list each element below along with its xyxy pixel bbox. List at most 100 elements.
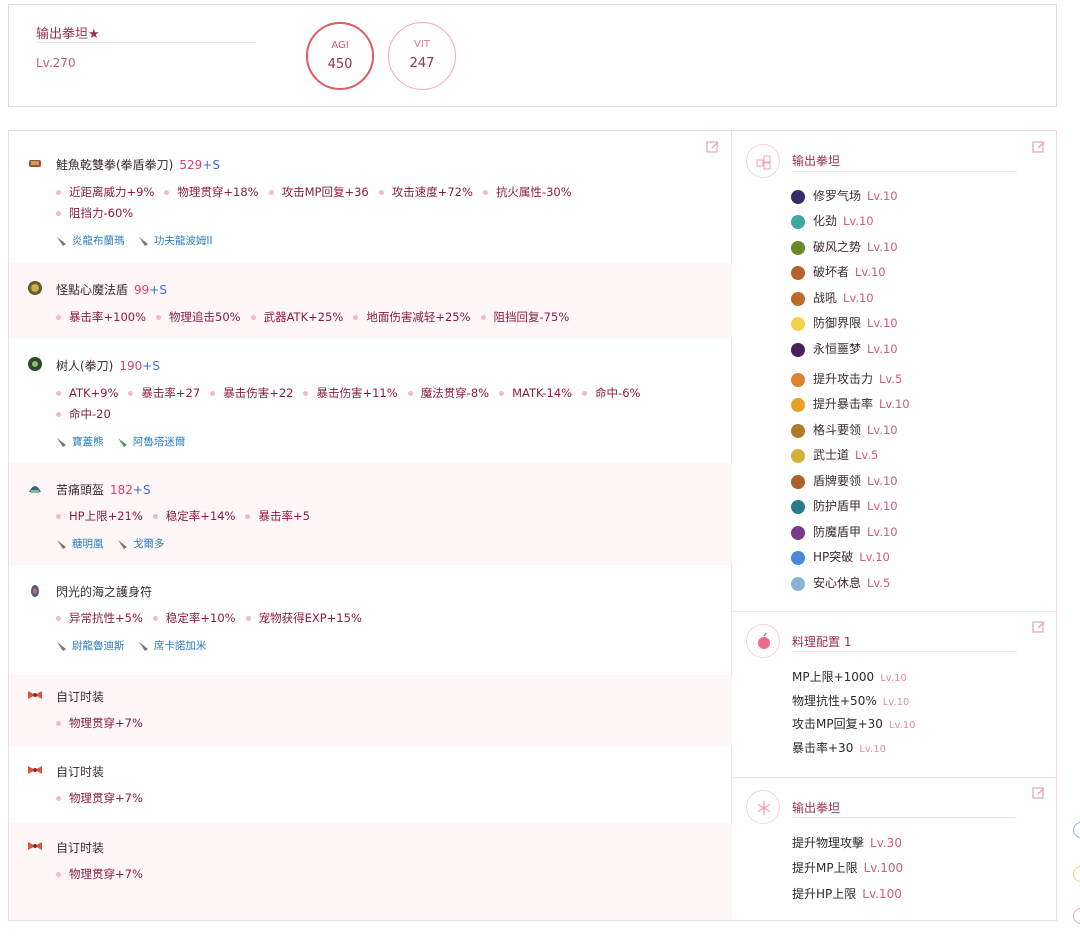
helmet-icon bbox=[29, 486, 41, 493]
skill-item: 永恒噩梦 Lv.10 bbox=[791, 340, 898, 357]
floating-button[interactable] bbox=[1073, 822, 1080, 838]
skill-item: 破风之势 Lv.10 bbox=[791, 238, 898, 255]
skill-item: 防护盾甲 Lv.10 bbox=[791, 497, 898, 514]
character-name[interactable]: 输出拳坦★ bbox=[36, 23, 100, 42]
skill-name: 永恒噩梦 bbox=[813, 342, 862, 356]
registlet-level: Lv.100 bbox=[862, 887, 902, 901]
crystal-name: 寶蓋熊 bbox=[72, 436, 104, 448]
stat-item: 宠物获得EXP+15% bbox=[246, 610, 362, 626]
registlet-title[interactable]: 输出拳坦 bbox=[792, 799, 840, 816]
food-level: Lv.10 bbox=[880, 673, 907, 684]
equipment-list: 鮭魚乾雙拳(拳盾拳刀) 529+S 近距离威力+9% 物理贯穿+18% 攻击MP回复+… bbox=[9, 131, 732, 920]
floating-button[interactable] bbox=[1073, 908, 1080, 924]
crystal-icon bbox=[138, 642, 148, 651]
crystal-item[interactable]: 尉龍魯迪斯 bbox=[56, 638, 125, 653]
skill-item: 战吼 Lv.10 bbox=[791, 289, 874, 306]
bow-icon bbox=[28, 691, 42, 699]
equipment-item-avatar[interactable]: 自订时装 物理贯穿+7% bbox=[9, 823, 732, 920]
stat-item: 暴击率+5 bbox=[245, 508, 309, 524]
stat-list: 物理贯穿+7% bbox=[56, 790, 153, 806]
skill-name: 格斗要领 bbox=[813, 423, 862, 437]
equipment-name-text: 自订时装 bbox=[56, 690, 105, 704]
stat-item: 抗火属性-30% bbox=[483, 184, 572, 200]
stat-item: 阻挡回复-75% bbox=[481, 309, 570, 325]
equipment-item-helmet[interactable]: 苦痛頭盔 182+S HP上限+21% 稳定率+14% 暴击率+5 糖明凰 戈爾多 bbox=[9, 463, 732, 565]
skill-item: 化劲 Lv.10 bbox=[791, 212, 874, 229]
stat-list: ATK+9% 暴击率+27 暴击伤害+22 暴击伤害+11% 魔法贯穿-8% MATK-1… bbox=[56, 385, 650, 401]
crystal-name: 戈爾多 bbox=[132, 538, 165, 550]
food-name: MP上限+1000 bbox=[792, 670, 875, 684]
crystal-list: 炎龍布蘭瑪 功夫龍波姆II bbox=[56, 233, 223, 248]
crystal-item[interactable]: 戈爾多 bbox=[117, 536, 165, 551]
skill-level: Lv.10 bbox=[855, 265, 886, 279]
skill-level: Lv.5 bbox=[867, 576, 891, 590]
crystal-item[interactable]: 炎龍布蘭瑪 bbox=[56, 233, 125, 248]
stat-item: 阻挡力-60% bbox=[56, 205, 133, 221]
refine-value: 182 bbox=[110, 483, 133, 497]
equipment-item-avatar[interactable]: 自订时装 物理贯穿+7% bbox=[9, 675, 732, 747]
crystal-icon bbox=[57, 540, 66, 549]
character-card: 输出拳坦★ Lv.270 AGI 450 VIT 247 bbox=[8, 4, 1057, 107]
edit-icon[interactable] bbox=[1032, 786, 1046, 800]
equipment-name: 閃光的海之護身符 bbox=[56, 583, 152, 600]
refine-value: 190 bbox=[119, 359, 143, 373]
crystal-list: 尉龍魯迪斯 席卡諾加米 bbox=[56, 638, 216, 653]
crystal-item[interactable]: 席卡諾加米 bbox=[138, 638, 206, 653]
skill-name: 防御界限 bbox=[813, 316, 862, 330]
equipment-item-body[interactable]: 树人(拳刀) 190+S ATK+9% 暴击率+27 暴击伤害+22 暴击伤害+11% 魔… bbox=[9, 339, 732, 463]
apple-icon bbox=[746, 624, 780, 658]
divider bbox=[732, 777, 1056, 778]
crystal-name: 炎龍布蘭瑪 bbox=[72, 235, 125, 247]
divider bbox=[792, 651, 1017, 652]
skill-icon bbox=[791, 240, 805, 255]
stat-item: 物理贯穿+7% bbox=[56, 866, 143, 882]
registlet-item: 提升HP上限 Lv.100 bbox=[792, 885, 902, 902]
crystal-item[interactable]: 功夫龍波姆II bbox=[138, 233, 213, 248]
shield-icon bbox=[28, 281, 42, 295]
skill-level: Lv.10 bbox=[867, 342, 898, 356]
crystal-item[interactable]: 寶蓋熊 bbox=[56, 434, 104, 449]
edit-icon[interactable] bbox=[1032, 620, 1046, 634]
skill-level: Lv.10 bbox=[867, 474, 898, 488]
stat-item: 命中-6% bbox=[582, 385, 640, 401]
equipment-name-text: 苦痛頭盔 bbox=[56, 483, 105, 497]
skill-name: HP突破 bbox=[813, 550, 854, 564]
stat-item: 物理贯穿+18% bbox=[164, 184, 258, 200]
food-title[interactable]: 料理配置 1 bbox=[792, 633, 851, 650]
equipment-item-subweapon[interactable]: 怪點心魔法盾 99+S 暴击率+100% 物理追击50% 武器ATK+25% 地面伤害减… bbox=[9, 263, 732, 339]
stat-item: 暴击伤害+22 bbox=[210, 385, 293, 401]
skill-icon bbox=[791, 214, 805, 229]
equipment-name-text: 怪點心魔法盾 bbox=[56, 283, 129, 297]
skill-item: 破坏者 Lv.10 bbox=[791, 263, 886, 280]
stat-item: 稳定率+14% bbox=[153, 508, 236, 524]
edit-icon[interactable] bbox=[1032, 140, 1046, 154]
food-level: Lv.10 bbox=[888, 720, 916, 731]
crystal-icon bbox=[117, 540, 127, 549]
crystal-item[interactable]: 糖明凰 bbox=[56, 536, 104, 551]
divider bbox=[36, 42, 256, 43]
skill-item: 提升暴击率 Lv.10 bbox=[791, 395, 910, 412]
skill-icon bbox=[791, 474, 805, 489]
equipment-item-accessory[interactable]: 閃光的海之護身符 异常抗性+5% 稳定率+10% 宠物获得EXP+15% 尉龍魯迪斯… bbox=[9, 565, 732, 675]
stat-list: 物理贯穿+7% bbox=[56, 866, 153, 882]
skill-level: Lv.10 bbox=[867, 240, 898, 254]
divider bbox=[792, 817, 1017, 818]
skill-item: 武士道 Lv.5 bbox=[791, 446, 878, 463]
stat-item: HP上限+21% bbox=[56, 508, 143, 524]
floating-button[interactable] bbox=[1073, 866, 1080, 882]
stat-list: 异常抗性+5% 稳定率+10% 宠物获得EXP+15% bbox=[56, 610, 372, 626]
skill-icon bbox=[791, 550, 805, 565]
skill-item: 盾牌要领 Lv.10 bbox=[791, 472, 898, 489]
crystal-list: 糖明凰 戈爾多 bbox=[56, 536, 174, 551]
stat-item: ATK+9% bbox=[56, 386, 118, 400]
skill-icon bbox=[791, 397, 805, 412]
skill-level: Lv.10 bbox=[867, 423, 898, 437]
equipment-item-avatar[interactable]: 自订时装 物理贯穿+7% bbox=[9, 747, 732, 823]
stat-list: HP上限+21% 稳定率+14% 暴击率+5 bbox=[56, 508, 320, 524]
equipment-name: 树人(拳刀) 190+S bbox=[56, 357, 160, 374]
skill-name: 化劲 bbox=[813, 214, 838, 228]
skills-title[interactable]: 输出拳坦 bbox=[792, 152, 840, 169]
stat-list: 命中-20 bbox=[56, 406, 121, 422]
crystal-item[interactable]: 阿魯塔迷爾 bbox=[117, 434, 185, 449]
equipment-item-weapon[interactable]: 鮭魚乾雙拳(拳盾拳刀) 529+S 近距离威力+9% 物理贯穿+18% 攻击MP回复+… bbox=[9, 131, 732, 263]
